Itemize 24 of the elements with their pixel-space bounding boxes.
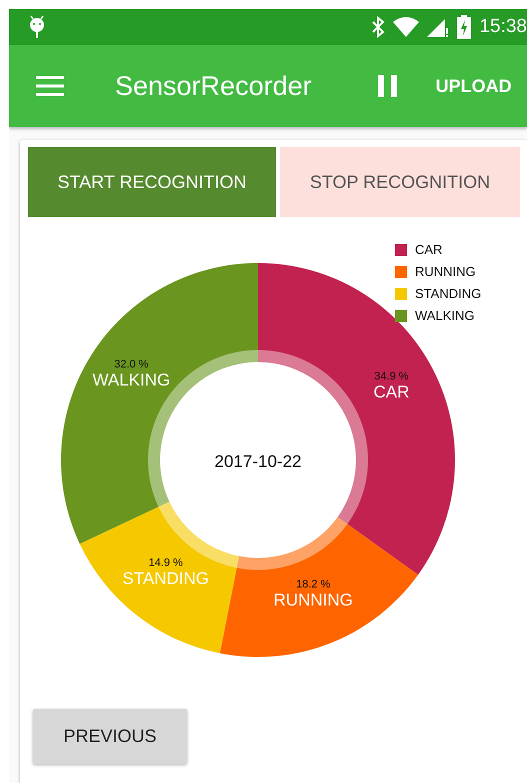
slice-label: RUNNING	[274, 590, 353, 610]
value-label: 32.0 %	[114, 358, 148, 371]
recognition-button[interactable]: START RECOGNITION	[28, 147, 276, 217]
center-date: 2017-10-22	[214, 452, 302, 471]
slice-label: STANDING	[122, 569, 209, 588]
android-icon	[28, 15, 46, 39]
recognition-button[interactable]: STOP RECOGNITION	[280, 147, 520, 217]
app-title: SensorRecorder	[115, 70, 312, 102]
legend-label: WALKING	[415, 308, 474, 323]
wifi-icon	[393, 17, 420, 37]
slice-label: WALKING	[92, 370, 170, 390]
slice-label: CAR	[373, 382, 410, 402]
value-label: 18.2 %	[296, 578, 330, 590]
previous-button[interactable]: PREVIOUS	[33, 709, 187, 764]
pause-icon[interactable]	[378, 75, 398, 97]
clock-time: 15:38	[479, 16, 527, 38]
legend-label: RUNNING	[415, 264, 476, 279]
value-label: 34.9 %	[374, 370, 409, 382]
legend-label: STANDING	[415, 286, 482, 301]
value-label: 14.9 %	[148, 557, 183, 570]
menu-icon[interactable]	[36, 76, 64, 96]
legend-label: CAR	[415, 242, 442, 257]
battery-icon	[457, 15, 472, 39]
bluetooth-icon	[371, 16, 386, 38]
